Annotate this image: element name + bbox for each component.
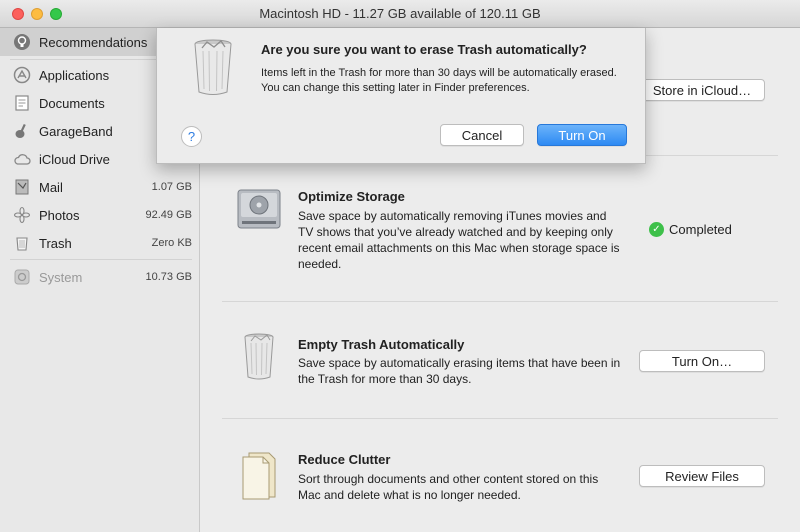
sidebar-item-label: GarageBand [39,123,113,139]
guitar-icon [13,122,31,140]
hard-drive-icon [237,184,281,234]
checkmark-icon: ✓ [649,222,664,237]
sidebar-item-size: 92.49 GB [145,209,192,221]
dialog-title: Are you sure you want to erase Trash aut… [261,42,587,57]
sidebar-item-label: System [39,269,83,285]
reduce-clutter-title: Reduce Clutter [298,452,391,467]
turn-on-button[interactable]: Turn On… [639,350,765,372]
system-icon [13,268,31,286]
trash-can-icon [187,36,239,98]
sidebar-item-label: iCloud Drive [39,151,110,167]
review-files-button[interactable]: Review Files [639,465,765,487]
trash-icon [13,234,31,252]
completed-status: ✓ Completed [649,222,732,237]
reduce-clutter-description: Sort through documents and other content… [298,472,599,502]
window-title: Macintosh HD - 11.27 GB available of 120… [259,6,541,21]
cloud-icon [13,150,31,168]
empty-trash-title: Empty Trash Automatically [298,337,465,352]
turn-on-confirm-button[interactable]: Turn On [537,124,627,146]
sidebar-divider [10,259,192,260]
optimize-storage-description: Save space by automatically removing iTu… [298,209,620,271]
sidebar-item-label: Documents [39,95,105,111]
sidebar-item-label: Mail [39,179,63,195]
sidebar-item-size: 10.73 GB [145,271,192,283]
title-bar: Macintosh HD - 11.27 GB available of 120… [0,0,800,28]
sidebar-item-photos[interactable]: Photos 92.49 GB [0,201,200,229]
sidebar-item-size: 1.07 GB [151,181,192,193]
sidebar-item-label: Recommendations [39,34,148,50]
empty-trash-description: Save space by automatically erasing item… [298,356,621,386]
sidebar-item-label: Applications [39,67,110,83]
sidebar-item-system: System 10.73 GB [0,263,200,291]
photos-icon [13,206,31,224]
confirm-dialog: Are you sure you want to erase Trash aut… [156,28,646,164]
documents-icon [13,94,31,112]
documents-stack-icon [237,451,281,501]
store-in-icloud-button[interactable]: Store in iCloud… [639,79,765,101]
mail-icon [13,178,31,196]
sidebar-item-label: Photos [39,207,80,223]
completed-label: Completed [669,222,732,237]
trash-can-icon [237,331,281,381]
optimize-storage-title: Optimize Storage [298,189,405,204]
dialog-message: Items left in the Trash for more than 30… [261,67,617,94]
lightbulb-icon [13,33,31,51]
sidebar-item-mail[interactable]: Mail 1.07 GB [0,173,200,201]
sidebar-item-size: Zero KB [151,237,192,249]
help-button[interactable]: ? [181,126,202,147]
section-divider [222,418,778,419]
sidebar-item-label: Trash [39,235,72,251]
cancel-button[interactable]: Cancel [440,124,524,146]
section-divider [222,301,778,302]
sidebar-item-trash[interactable]: Trash Zero KB [0,229,200,257]
applications-icon [13,66,31,84]
